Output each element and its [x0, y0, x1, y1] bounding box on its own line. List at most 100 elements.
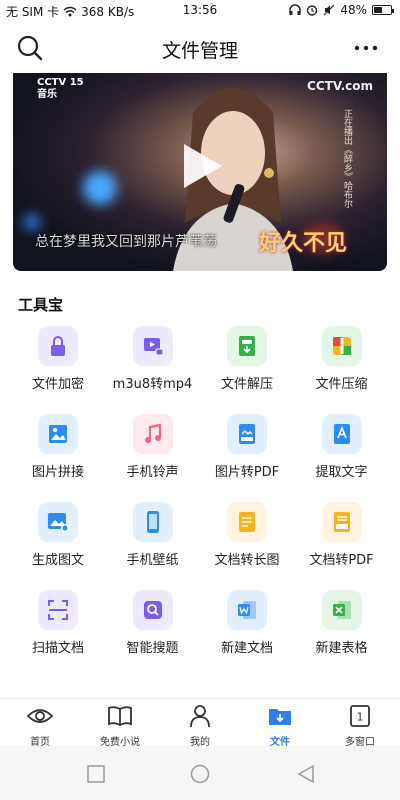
- tool-label: 手机壁纸: [126, 553, 179, 568]
- alarm-icon: [307, 5, 318, 16]
- tool-item[interactable]: 文件压缩: [292, 326, 392, 406]
- tool-icon-box: [227, 590, 267, 630]
- tool-icon-box: [132, 590, 173, 630]
- generate-image-icon: [48, 513, 69, 532]
- more-icon[interactable]: [352, 36, 380, 60]
- tab-item[interactable]: 1 多窗口: [320, 703, 400, 748]
- tool-icon-box: [132, 502, 173, 542]
- tool-label: 手机铃声: [126, 465, 179, 480]
- header: 文件管理: [0, 26, 400, 70]
- tool-item[interactable]: 文件加密: [8, 326, 108, 406]
- headphones-icon: [289, 4, 302, 15]
- tool-item[interactable]: 手机铃声: [103, 414, 203, 494]
- channel-left-text: CCTV 15: [37, 77, 84, 88]
- tool-label: 文件加密: [31, 377, 84, 392]
- tab-item[interactable]: 文件: [240, 703, 320, 748]
- tool-label: 新建表格: [315, 641, 368, 656]
- system-nav-bar: [0, 746, 400, 800]
- now-playing-text: 正在播出《醉乡》哈布尔: [342, 109, 352, 208]
- tool-label: 图片转PDF: [214, 465, 280, 480]
- doc-long-image-icon: [239, 512, 255, 532]
- stage-light: [83, 171, 117, 205]
- stage-light: [23, 213, 41, 231]
- tool-label: 智能搜题: [126, 641, 179, 656]
- scan-icon: [48, 600, 68, 620]
- tool-icon-box: [227, 326, 267, 366]
- tool-item[interactable]: 新建表格: [292, 590, 392, 670]
- tab-item[interactable]: 免费小说: [80, 703, 160, 748]
- unzip-icon: [239, 336, 255, 356]
- channel-logo-right: CCTV.com: [307, 79, 373, 93]
- tool-label: 新建文档: [220, 641, 273, 656]
- tool-item[interactable]: 新建文档: [197, 590, 297, 670]
- battery-percent: 48%: [340, 3, 367, 17]
- tool-item[interactable]: 文档转长图: [197, 502, 297, 582]
- tool-label: 文件解压: [220, 377, 273, 392]
- tab-item[interactable]: 我的: [160, 703, 240, 748]
- tool-label: 文件压缩: [315, 377, 368, 392]
- lock-icon: [51, 336, 65, 356]
- tool-item[interactable]: 图片拼接: [8, 414, 108, 494]
- tool-item[interactable]: 文档转PDF: [292, 502, 392, 582]
- svg-text:1: 1: [357, 711, 364, 724]
- tools-section-title: 工具宝: [18, 296, 64, 314]
- status-bar: 无 SIM 卡 368 KB/s 13:56 48%: [0, 0, 400, 22]
- wallpaper-icon: [146, 511, 159, 533]
- tool-item[interactable]: 智能搜题: [103, 590, 203, 670]
- tool-item[interactable]: 文件解压: [197, 326, 297, 406]
- mute-icon: [323, 4, 335, 16]
- tool-item[interactable]: 提取文字: [292, 414, 392, 494]
- excel-icon: [332, 601, 351, 619]
- tool-label: 扫描文档: [31, 641, 84, 656]
- tool-icon-box: [132, 414, 173, 454]
- user-icon: [190, 705, 210, 728]
- square-icon[interactable]: [86, 764, 106, 784]
- play-icon[interactable]: [180, 141, 224, 191]
- triangle-back-icon[interactable]: [296, 764, 316, 784]
- video-convert-icon: [143, 338, 163, 356]
- doc-pdf-icon: [333, 512, 350, 532]
- circle-icon[interactable]: [190, 764, 210, 784]
- tool-label: 图片拼接: [31, 465, 84, 480]
- folder-icon: [269, 709, 291, 725]
- music-icon: [144, 423, 161, 443]
- tool-item[interactable]: m3u8转mp4: [103, 326, 203, 406]
- tool-label: 文档转长图: [214, 553, 280, 568]
- tool-item[interactable]: 手机壁纸: [103, 502, 203, 582]
- tool-icon-box: [321, 414, 362, 454]
- video-subtitle: 总在梦里我又回到那片芦苇荡: [35, 234, 217, 250]
- tool-icon-box: [227, 414, 267, 454]
- image-join-icon: [49, 425, 67, 443]
- tool-icon-box: [38, 326, 78, 366]
- tool-icon-box: [38, 414, 78, 454]
- page-title: 文件管理: [161, 40, 238, 62]
- tool-label: 提取文字: [315, 465, 368, 480]
- bottom-tab-bar: 首页 免费小说 我的 文件 1 多窗口: [0, 698, 400, 748]
- show-banner: 好久不见: [258, 231, 347, 256]
- tab-item[interactable]: 首页: [0, 703, 80, 748]
- tool-icon-box: [321, 326, 362, 366]
- tool-item[interactable]: 图片转PDF: [197, 414, 297, 494]
- image-pdf-icon: [239, 424, 255, 444]
- eye-icon: [26, 709, 54, 723]
- battery-level: [374, 7, 382, 13]
- tool-item[interactable]: 生成图文: [8, 502, 108, 582]
- extract-text-icon: [333, 424, 350, 444]
- tool-item[interactable]: 扫描文档: [8, 590, 108, 670]
- book-icon: [108, 706, 132, 727]
- video-player[interactable]: CCTV 15 音乐 CCTV.com 正在播出《醉乡》哈布尔 好久不见 总在梦…: [13, 73, 387, 271]
- windows-icon: 1: [350, 705, 370, 727]
- tool-icon-box: [38, 502, 78, 542]
- tool-icon-box: [321, 590, 362, 630]
- tool-label: 生成图文: [31, 553, 84, 568]
- channel-logo-left: CCTV 15 音乐: [37, 77, 84, 101]
- battery-icon: [372, 5, 394, 15]
- word-icon: [238, 601, 256, 619]
- channel-left-sub: 音乐: [37, 89, 57, 100]
- compress-icon: [332, 337, 351, 355]
- tool-icon-box: [38, 590, 78, 630]
- tool-icon-box: [321, 502, 362, 542]
- tool-label: 文档转PDF: [309, 553, 374, 568]
- tool-icon-box: [132, 326, 173, 366]
- tool-icon-box: [227, 502, 267, 542]
